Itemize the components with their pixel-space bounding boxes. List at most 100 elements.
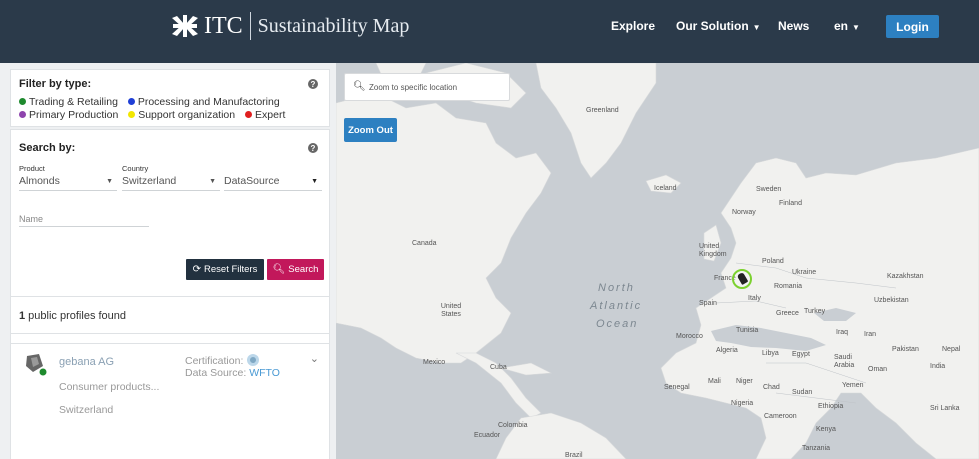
map-label-nepal: Nepal [942,346,961,353]
map-label-italy: Italy [748,295,761,302]
profile-name[interactable]: gebana AG [59,356,114,368]
caret-down-icon: ▼ [311,178,318,185]
results-count: 1 public profiles found [19,310,126,322]
certification-row: Certification: [185,353,260,367]
datasource-select[interactable]: DataSource ▼ [224,175,322,191]
itc-star-logo-icon [170,14,200,38]
language-label: en [834,19,849,33]
type-legend-row-2: Primary Production Support organization … [19,109,292,121]
map-land-shapes [336,63,979,459]
map-label-senegal: Senegal [664,384,690,391]
caret-down-icon: ▼ [752,23,761,32]
map-label-greenland: Greenland [586,107,619,114]
results-count-text: public profiles found [25,310,127,322]
datasource-row: Data Source: WFTO [185,367,280,379]
help-icon[interactable]: ? [308,79,318,89]
caret-down-icon: ▼ [209,178,216,185]
map-label-pakistan: Pakistan [892,346,919,353]
purple-dot-icon [19,111,26,118]
map-label-ukraine: Ukraine [792,269,817,276]
map-label-libya: Libya [762,350,779,357]
country-value: Switzerland [122,175,177,187]
type-label: Support organization [138,109,236,121]
profile-avatar [23,352,47,376]
search-icon: 🔍︎ [353,81,366,92]
blue-dot-icon [127,98,135,105]
refresh-icon: ⟳ [192,264,202,275]
nav-our-solution-label: Our Solution [676,19,749,33]
datasource-value: DataSource [224,175,280,187]
type-label: Processing and Manufactoring [137,96,280,108]
map-label-tunisia: Tunisia [736,327,759,334]
map-pin-icon [736,271,749,286]
type-filter-expert[interactable]: Expert [245,109,285,121]
datasource-link[interactable]: WFTO [249,367,280,379]
map-label-norway: Norway [732,209,756,216]
map-label-romania: Romania [774,283,803,290]
map-label-turkey: Turkey [804,308,826,315]
name-input[interactable] [19,211,149,227]
reset-filters-button[interactable]: ⟳ Reset Filters [186,259,264,280]
certification-label: Certification: [185,355,244,367]
map-label-brazil: Brazil [565,452,583,459]
help-icon[interactable]: ? [308,143,318,153]
search-by-title: Search by: [19,142,76,154]
type-filter-support-organization[interactable]: Support organization [128,109,235,121]
language-selector[interactable]: en ▼ [834,19,860,33]
map-label-canada: Canada [412,240,437,247]
map-label-sweden: Sweden [756,186,782,193]
map-label-kenya: Kenya [816,426,836,433]
yellow-dot-icon [128,111,136,118]
login-button[interactable]: Login [886,15,939,38]
map-label-kazakhstan: Kazakhstan [887,273,924,280]
map-label-niger: Niger [736,378,753,385]
nav-news[interactable]: News [778,19,809,33]
map-label-ethiopia: Ethiopia [818,403,844,410]
type-label: Expert [255,109,286,121]
chevron-down-icon[interactable]: ⌄ [310,352,319,365]
search-icon: 🔍︎ [272,264,286,275]
map-label-united-kingdom: United Kingdom [699,243,727,258]
type-filter-primary-production[interactable]: Primary Production [19,109,118,121]
type-label: Trading & Retailing [29,96,118,108]
world-map[interactable]: 🔍︎ Zoom Out North Atlantic Ocean Greenla… [336,63,979,459]
ocean-label-north: North [598,282,635,294]
profile-category: Consumer products... [59,381,160,393]
map-label-united-states: United States [440,303,462,318]
location-search-box: 🔍︎ [344,73,510,101]
green-dot-icon [19,98,26,105]
country-select[interactable]: Switzerland ▼ [122,175,220,191]
map-label-egypt: Egypt [792,351,810,358]
reset-filters-label: Reset Filters [204,264,258,275]
datasource-label: Data Source: [185,367,247,379]
itc-logo[interactable]: ITC Sustainability Map [170,12,409,40]
map-label-ecuador: Ecuador [474,432,501,439]
product-select[interactable]: Almonds ▼ [19,175,117,191]
map-label-finland: Finland [779,200,802,207]
map-label-cuba: Cuba [490,364,507,371]
type-filter-trading[interactable]: Trading & Retailing [19,96,118,108]
sidebar: Filter by type: ? Trading & Retailing Pr… [0,63,336,459]
logo-divider [249,12,251,40]
type-label: Primary Production [29,109,119,121]
profile-map-marker[interactable] [732,269,752,289]
map-label-sri-lanka: Sri Lanka [930,405,960,412]
type-filter-processing[interactable]: Processing and Manufactoring [127,96,280,108]
filter-by-type-title: Filter by type: [19,78,92,90]
nav-our-solution[interactable]: Our Solution ▼ [676,19,761,33]
search-button[interactable]: 🔍︎ Search [267,259,324,280]
product-value: Almonds [19,175,60,187]
map-label-morocco: Morocco [676,333,703,340]
map-label-spain: Spain [699,300,717,307]
profile-card[interactable]: gebana AG Consumer products... Switzerla… [10,343,330,459]
nav-explore[interactable]: Explore [611,19,655,33]
map-label-poland: Poland [762,258,784,265]
zoom-out-button[interactable]: Zoom Out [344,118,397,142]
map-label-nigeria: Nigeria [731,400,754,407]
map-label-algeria: Algeria [716,347,738,354]
location-search-input[interactable] [369,79,504,95]
map-label-yemen: Yemen [842,382,864,389]
map-label-india: India [930,363,946,370]
map-label-chad: Chad [763,384,780,391]
certification-badge-icon[interactable] [246,353,260,367]
